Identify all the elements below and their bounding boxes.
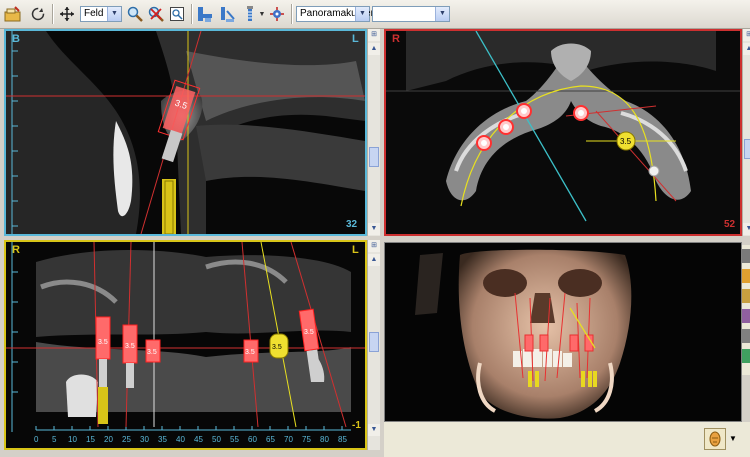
svg-text:50: 50 xyxy=(212,435,221,444)
panoramic-image: 3.5 3.5 3.5 3.5 3.5 3.5 0 5 10 15 20 25 … xyxy=(6,242,365,448)
implant-label: 3.5 xyxy=(147,349,157,356)
sagittal-image: 3.5 xyxy=(6,31,365,234)
panoramic-view[interactable]: 3.5 3.5 3.5 3.5 3.5 3.5 0 5 10 15 20 25 … xyxy=(4,240,367,450)
scroll-thumb[interactable] xyxy=(744,139,750,159)
svg-text:30: 30 xyxy=(140,435,149,444)
implant-label: 3.5 xyxy=(98,339,108,346)
implant-4: 3.5 xyxy=(243,339,259,363)
orientation-left-label: B xyxy=(12,33,20,45)
scroll-down-icon[interactable]: ▼ xyxy=(368,223,380,235)
scroll-thumb[interactable] xyxy=(369,332,379,352)
volume-3d-view[interactable] xyxy=(384,242,742,422)
maximize-icon[interactable]: ⊞ xyxy=(743,29,750,41)
svg-text:35: 35 xyxy=(158,435,167,444)
svg-text:5: 5 xyxy=(52,435,57,444)
svg-text:40: 40 xyxy=(176,435,185,444)
scroll-up-icon[interactable]: ▲ xyxy=(743,43,750,55)
eye-icon[interactable] xyxy=(742,249,750,263)
color-map-icon[interactable] xyxy=(742,349,750,363)
orientation-right-label: L xyxy=(352,33,359,45)
maximize-icon[interactable]: ⊞ xyxy=(368,29,380,41)
svg-text:65: 65 xyxy=(266,435,275,444)
axial-image: 3.5 xyxy=(386,31,740,234)
slice-number: 52 xyxy=(724,219,736,230)
view3d-side-toolbar xyxy=(742,245,750,375)
chevron-down-icon: ▼ xyxy=(435,7,449,21)
scroll-up-icon[interactable]: ▲ xyxy=(368,254,380,266)
scroll-thumb[interactable] xyxy=(369,147,379,167)
svg-text:15: 15 xyxy=(86,435,95,444)
secondary-select[interactable]: ▼ xyxy=(372,6,450,22)
svg-text:0: 0 xyxy=(34,435,39,444)
svg-text:20: 20 xyxy=(104,435,113,444)
orientation-right-label: L xyxy=(352,244,359,256)
head-orientation-icon[interactable] xyxy=(704,428,726,450)
implant-library-icon[interactable] xyxy=(240,4,260,24)
svg-text:25: 25 xyxy=(122,435,131,444)
implant-axis-icon[interactable] xyxy=(217,4,237,24)
svg-text:3.5: 3.5 xyxy=(620,137,632,146)
zoom-icon[interactable] xyxy=(125,4,145,24)
implant-label: 3.5 xyxy=(125,343,135,350)
skull-render-image xyxy=(385,243,741,421)
view3d-footer: ▼ xyxy=(384,422,750,457)
implant-label: 3.5 xyxy=(272,344,282,351)
svg-text:60: 60 xyxy=(248,435,257,444)
sagittal-view[interactable]: 3.5 B L 32 xyxy=(4,29,367,236)
sagittal-scrollbar[interactable]: ⊞ ▲ ▼ xyxy=(367,29,380,236)
svg-text:55: 55 xyxy=(230,435,239,444)
svg-text:75: 75 xyxy=(302,435,311,444)
implant-label: 3.5 xyxy=(304,329,314,336)
implant-label: 3.5 xyxy=(245,349,255,356)
rotate-3d-icon[interactable] xyxy=(742,329,750,343)
implant-3: 3.5 xyxy=(145,339,161,363)
scroll-up-icon[interactable]: ▲ xyxy=(368,43,380,55)
svg-text:10: 10 xyxy=(68,435,77,444)
panoramic-scrollbar[interactable]: ⊞ ▲ ▼ xyxy=(367,240,380,450)
nerve-toggle-icon[interactable] xyxy=(742,309,750,323)
mode-select[interactable]: Feld ▼ xyxy=(80,6,122,22)
rotate-icon[interactable] xyxy=(28,4,48,24)
axial-view[interactable]: 3.5 R 52 xyxy=(384,29,742,236)
scroll-down-icon[interactable]: ▼ xyxy=(368,424,380,436)
zoom-reset-icon[interactable] xyxy=(146,4,166,24)
implant-toggle-icon[interactable] xyxy=(742,289,750,303)
open-patient-icon[interactable] xyxy=(3,4,23,24)
orientation-left-label: R xyxy=(392,33,400,45)
svg-text:70: 70 xyxy=(284,435,293,444)
main-toolbar: Feld ▼ ▼ Panoramakurven ▼ ▼ xyxy=(0,0,750,29)
scroll-down-icon[interactable]: ▼ xyxy=(743,223,750,235)
orientation-left-label: R xyxy=(12,244,20,256)
chevron-down-icon: ▼ xyxy=(107,7,121,21)
view-select[interactable]: Panoramakurven ▼ xyxy=(296,6,376,22)
svg-text:45: 45 xyxy=(194,435,203,444)
axial-scrollbar[interactable]: ⊞ ▲ ▼ xyxy=(742,29,750,236)
move-icon[interactable] xyxy=(57,4,77,24)
chevron-down-icon[interactable]: ▼ xyxy=(729,434,737,443)
implant-5: 3.5 xyxy=(269,333,289,359)
chevron-down-icon: ▼ xyxy=(355,7,369,21)
fit-view-icon[interactable] xyxy=(167,4,187,24)
nerve-tool-icon[interactable] xyxy=(267,4,287,24)
implant-tool-icon[interactable] xyxy=(195,4,215,24)
dropdown-arrow-icon[interactable]: ▼ xyxy=(258,4,266,24)
svg-text:80: 80 xyxy=(320,435,329,444)
slice-number: 32 xyxy=(346,219,358,230)
svg-text:85: 85 xyxy=(338,435,347,444)
layers-icon[interactable] xyxy=(742,269,750,283)
slice-number: -1 xyxy=(352,420,361,431)
maximize-icon[interactable]: ⊞ xyxy=(368,240,380,252)
